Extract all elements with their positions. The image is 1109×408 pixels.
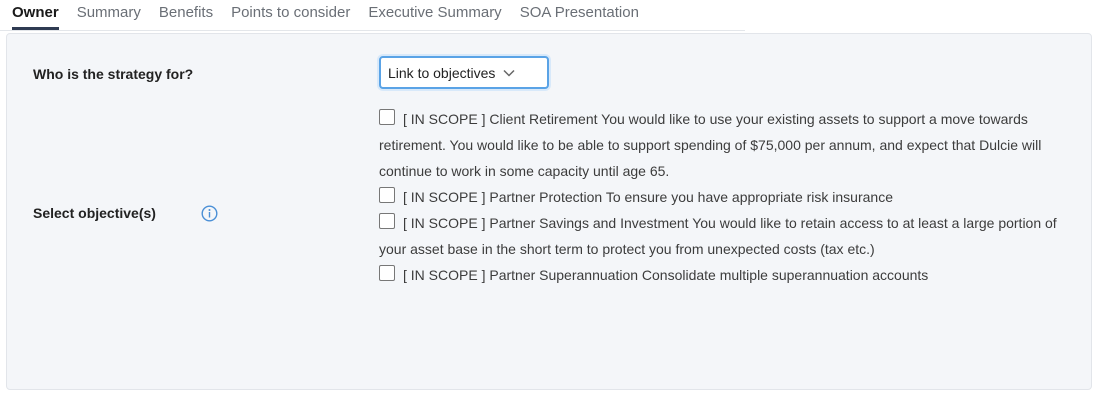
strategy-for-label: Who is the strategy for? [33,66,194,82]
strategy-select[interactable]: Link to objectives [379,56,549,89]
objective-text: [ IN SCOPE ] Client Retirement You would… [379,111,1042,179]
chevron-down-icon [503,69,515,77]
tab-soa-presentation[interactable]: SOA Presentation [520,0,639,30]
tab-points-to-consider[interactable]: Points to consider [231,0,350,30]
tab-benefits[interactable]: Benefits [159,0,213,30]
objective-checkbox[interactable] [379,109,395,125]
strategy-select-value: Link to objectives [388,64,496,81]
owner-panel: Who is the strategy for? Link to objecti… [6,33,1092,390]
objective-item: [ IN SCOPE ] Partner Protection To ensur… [379,184,1069,210]
select-objectives-label: Select objective(s) [33,205,156,221]
objective-checkbox[interactable] [379,187,395,203]
objective-text: [ IN SCOPE ] Partner Protection To ensur… [403,189,893,205]
tab-summary[interactable]: Summary [77,0,141,30]
tab-owner[interactable]: Owner [12,0,59,30]
objective-checkbox[interactable] [379,265,395,281]
objective-text: [ IN SCOPE ] Partner Savings and Investm… [379,215,1057,257]
objective-item: [ IN SCOPE ] Partner Savings and Investm… [379,210,1069,262]
objective-checkbox[interactable] [379,213,395,229]
objective-item: [ IN SCOPE ] Partner Superannuation Cons… [379,262,1069,288]
info-circle-icon[interactable] [201,205,218,222]
objective-text: [ IN SCOPE ] Partner Superannuation Cons… [403,267,929,283]
objectives-list: [ IN SCOPE ] Client Retirement You would… [379,106,1069,288]
tab-executive-summary[interactable]: Executive Summary [368,0,501,30]
tab-bar: Owner Summary Benefits Points to conside… [0,0,745,31]
objective-item: [ IN SCOPE ] Client Retirement You would… [379,106,1069,184]
